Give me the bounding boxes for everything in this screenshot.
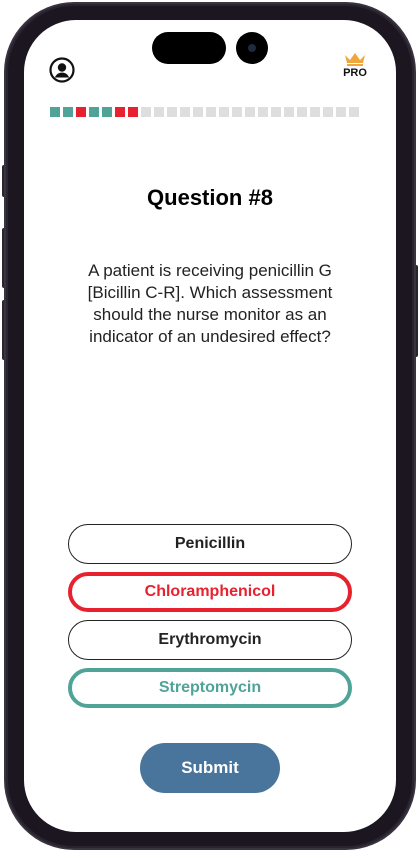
progress-segment-pending (245, 107, 255, 117)
progress-segment-pending (349, 107, 359, 117)
progress-segment-pending (297, 107, 307, 117)
progress-segment-pending (206, 107, 216, 117)
progress-segment-pending (284, 107, 294, 117)
front-camera (236, 32, 268, 64)
question-title: Question #8 (147, 185, 273, 210)
dynamic-island (152, 32, 226, 64)
progress-segment-pending (232, 107, 242, 117)
progress-segment-correct (63, 107, 73, 117)
progress-segment-pending (323, 107, 333, 117)
progress-segment-pending (180, 107, 190, 117)
progress-segment-wrong (128, 107, 138, 117)
profile-button[interactable] (49, 57, 75, 83)
question-text: A patient is receiving penicillin G [Bic… (87, 261, 333, 346)
option-chloramphenicol[interactable]: Chloramphenicol (68, 572, 352, 612)
pro-label: PRO (343, 67, 367, 79)
progress-segment-pending (193, 107, 203, 117)
side-button-power (414, 265, 418, 357)
progress-segment-correct (50, 107, 60, 117)
option-penicillin[interactable]: Penicillin (68, 524, 352, 564)
option-erythromycin[interactable]: Erythromycin (68, 620, 352, 660)
option-streptomycin[interactable]: Streptomycin (68, 668, 352, 708)
progress-segment-pending (154, 107, 164, 117)
crown-icon (345, 53, 365, 66)
progress-segment-correct (89, 107, 99, 117)
progress-segment-pending (271, 107, 281, 117)
progress-segment-wrong (76, 107, 86, 117)
user-circle-icon (49, 57, 75, 83)
progress-segment-pending (258, 107, 268, 117)
phone-screen (24, 20, 396, 832)
progress-bar (50, 107, 359, 117)
progress-segment-pending (141, 107, 151, 117)
progress-segment-correct (102, 107, 112, 117)
progress-segment-pending (336, 107, 346, 117)
progress-segment-pending (219, 107, 229, 117)
pro-button[interactable]: PRO (340, 52, 370, 79)
progress-segment-pending (310, 107, 320, 117)
submit-button[interactable]: Submit (140, 743, 280, 793)
progress-segment-pending (167, 107, 177, 117)
progress-segment-wrong (115, 107, 125, 117)
